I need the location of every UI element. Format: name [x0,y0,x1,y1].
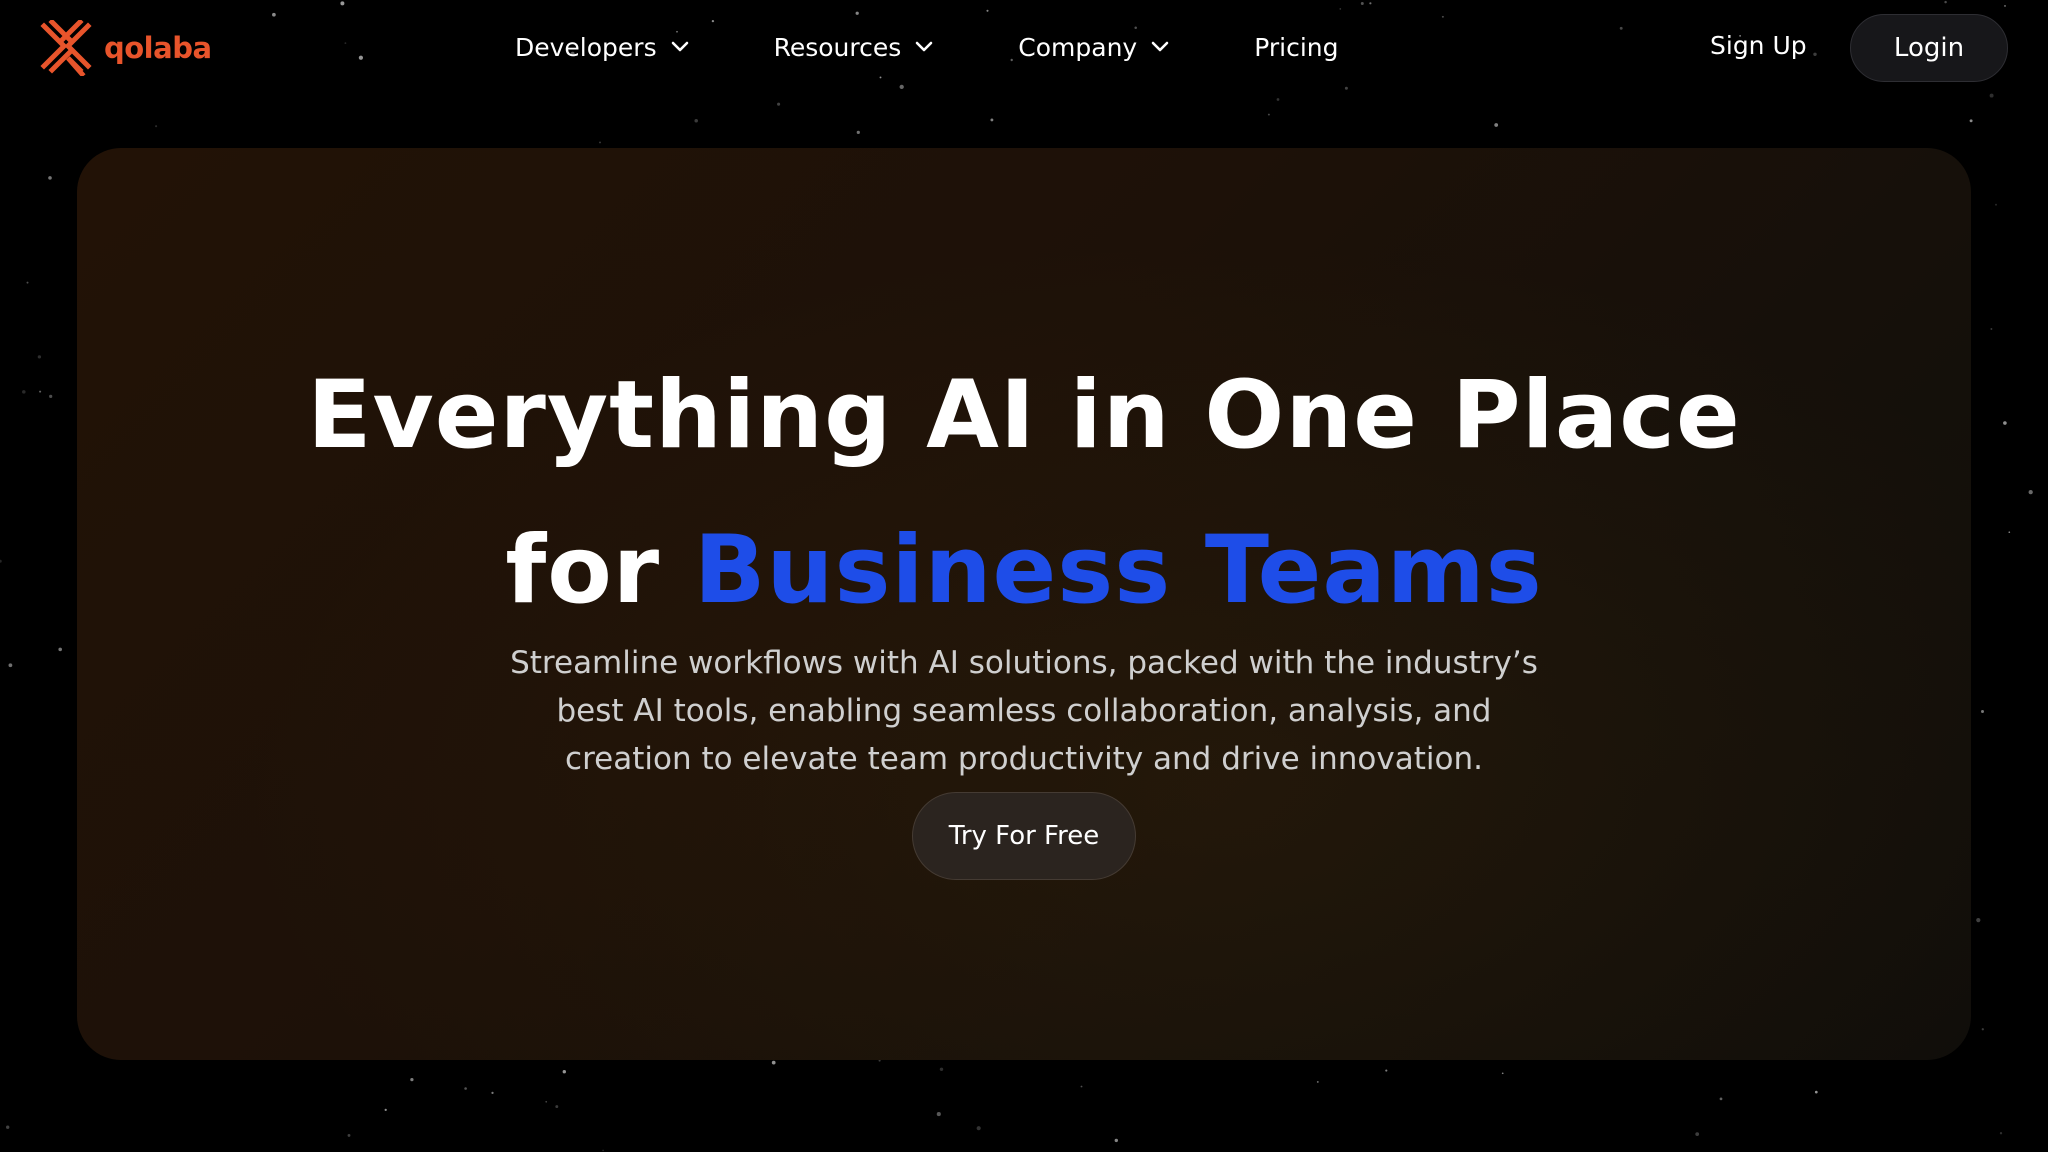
page: qolaba Developers Resources Company Pric… [0,0,2048,1152]
star-dot [1999,1132,2003,1135]
star-dot [1080,1085,1083,1088]
star-dot [976,1126,981,1131]
star-dot [2008,531,2011,534]
star-dot [1969,119,1973,123]
hero-headline-line-1: Everything AI in One Place [307,360,1741,470]
star-dot [1990,328,1993,330]
star-dot [1981,710,1984,713]
star-dot [58,647,62,652]
nav-item-resources[interactable]: Resources [774,27,934,67]
star-dot [1695,1132,1700,1136]
sign-up-link[interactable]: Sign Up [1710,26,1807,66]
star-dot [0,559,2,563]
star-dot [555,1105,559,1109]
chevron-down-icon [915,41,933,53]
star-dot [1114,1138,1118,1143]
hero-subtitle: Streamline workflows with AI solutions, … [474,639,1574,783]
chevron-down-icon [1151,41,1169,53]
nav-item-label: Company [1018,32,1138,62]
star-dot [1719,1097,1723,1101]
star-dot [602,1149,604,1152]
nav-item-label: Resources [773,32,902,62]
star-dot [1385,1069,1388,1072]
star-dot [1981,1028,1984,1031]
star-dot [856,130,860,135]
headline-prefix: for [505,515,694,625]
star-dot [771,1060,776,1065]
star-dot [491,1091,494,1095]
star-dot [1976,918,1981,923]
qolaba-logo-icon [40,20,92,76]
star-dot [990,118,994,122]
chevron-down-icon [671,41,689,53]
star-dot [2028,489,2033,495]
star-dot [1276,98,1280,101]
star-dot [562,1070,566,1074]
star-dot [777,102,781,106]
star-dot [39,390,42,393]
nav-item-company[interactable]: Company [1018,27,1169,67]
star-dot [22,390,26,394]
star-dot [347,1133,351,1137]
star-dot [939,1067,944,1072]
star-dot [37,355,42,359]
subtitle-line: Streamline workflows with AI solutions, … [510,645,1538,681]
star-dot [1316,1080,1319,1083]
star-dot [936,1112,941,1117]
star-dot [2003,421,2007,425]
hero-headline-line-2: for Business Teams [77,516,1971,626]
brand-logo-link[interactable]: qolaba [40,18,212,78]
top-navigation: qolaba Developers Resources Company Pric… [0,0,2048,96]
main-menu: Developers Resources Company Pricing [515,27,1339,67]
hero-content: Everything AI in One Place for Business … [77,148,1971,1060]
star-dot [1267,113,1270,116]
star-dot [1501,1072,1504,1075]
try-for-free-button[interactable]: Try For Free [912,792,1136,880]
star-dot [599,141,601,144]
headline-accent: Business Teams [693,515,1543,625]
star-dot [1494,123,1499,127]
nav-item-developers[interactable]: Developers [515,27,689,67]
star-dot [8,663,13,668]
nav-item-label: Pricing [1254,32,1339,62]
star-dot [6,1125,10,1129]
star-dot [464,1087,467,1090]
star-dot [694,118,698,123]
subtitle-line: creation to elevate team productivity an… [565,741,1483,777]
nav-item-pricing[interactable]: Pricing [1254,27,1338,67]
subtitle-line: best AI tools, enabling seamless collabo… [556,693,1492,729]
star-dot [1995,203,1997,206]
star-dot [410,1077,414,1082]
star-dot [545,1100,548,1103]
star-dot [49,394,53,399]
brand-name: qolaba [104,31,212,65]
login-button[interactable]: Login [1850,14,2008,82]
star-dot [48,176,52,180]
star-dot [1814,1090,1818,1094]
star-dot [26,281,29,284]
hero-card: Everything AI in One Place for Business … [77,148,1971,1060]
star-dot [155,125,158,128]
star-dot [384,1108,387,1112]
nav-item-label: Developers [515,32,657,62]
